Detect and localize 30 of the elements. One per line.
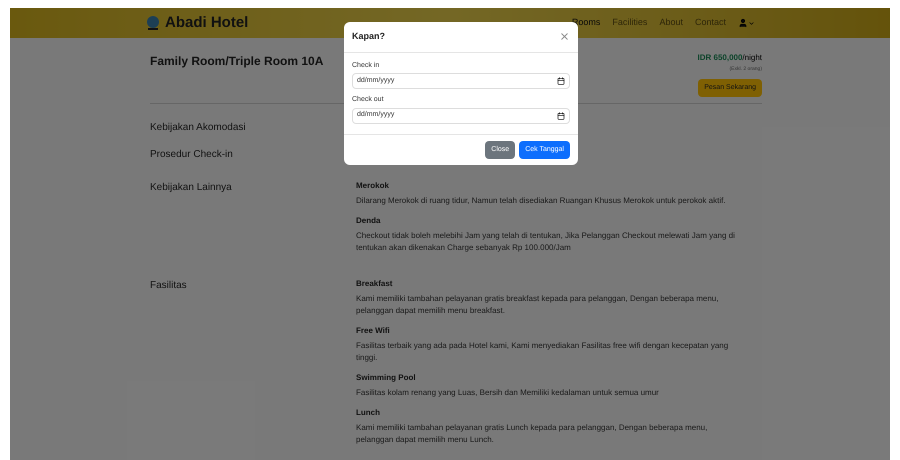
globe-logo-icon (145, 15, 161, 31)
brand-name[interactable]: Abadi Hotel (165, 12, 248, 34)
modal-title: Kapan? (352, 30, 386, 43)
item-title: Denda (356, 215, 382, 227)
item-title: Swimming Pool (356, 372, 417, 384)
calendar-icon[interactable] (557, 112, 565, 120)
item-title: Breakfast (356, 278, 394, 290)
section-heading: Kebijakan Akomodasi (150, 121, 247, 135)
calendar-icon[interactable] (557, 77, 565, 85)
nav-link[interactable]: Contact (694, 16, 726, 30)
user-icon[interactable] (738, 18, 748, 28)
room-price: IDR 650,000/night (698, 52, 762, 64)
item-description: Fasilitas kolam renang yang Luas, Bersih dan Memiliki kedalaman untuk semua umur (356, 387, 660, 399)
item-title: Free Wifi (356, 325, 391, 337)
nav-link[interactable]: Facilities (612, 16, 648, 30)
section-heading: Fasilitas (150, 279, 188, 293)
room-title: Family Room/Triple Room 10A (150, 53, 324, 70)
item-description: Checkout tidak boleh melebihi Jam yang telah di tentukan, Jika Pelanggan Checkout melewati Jam yang di tentukan akan dikenakan Charge sebanyak Rp 100.000/Jam (356, 230, 736, 254)
item-description: Kami memiliki tambahan pelayanan gratis breakfast kepada para pelanggan, Dengan beberapa menu, pelanggan dapat memilih menu breakfast. (356, 293, 720, 317)
close-icon[interactable] (559, 31, 570, 42)
item-description: Dilarang Merokok di ruang tidur, Namun telah disediakan Ruangan Khusus Merokok untuk perokok aktif. (356, 195, 727, 207)
caret-icon[interactable] (748, 20, 755, 26)
item-title: Lunch (356, 407, 381, 419)
user-menu[interactable] (738, 18, 755, 28)
nav-link[interactable]: About (659, 16, 683, 30)
item-title: Merokok (356, 180, 390, 192)
section-heading: Prosedur Check-in (150, 148, 234, 162)
item-description: Kami memiliki tambahan pelayanan gratis Lunch kepada para pelanggan, Dengan beberapa menu, pelanggan dapat memilih menu Lunch. (356, 422, 708, 446)
item-description: Fasilitas terbaik yang ada pada Hotel kami, Kami menyediakan Fasilitas free wifi dengan kecepatan yang tinggi. (356, 340, 730, 364)
section-heading: Kebijakan Lainnya (150, 181, 233, 195)
